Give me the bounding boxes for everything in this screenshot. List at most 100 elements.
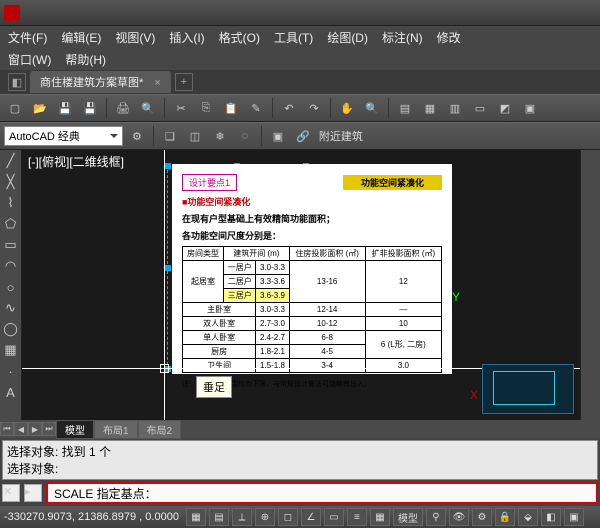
workspace-label: AutoCAD 经典	[9, 128, 80, 144]
command-input[interactable]	[46, 482, 598, 504]
viewport-label[interactable]: [-][俯视][二维线框]	[28, 153, 124, 170]
lwt-toggle[interactable]: ≡	[347, 508, 367, 526]
close-tab-icon[interactable]: ×	[154, 77, 160, 89]
cut-icon[interactable]: ✂	[170, 97, 192, 119]
command-history[interactable]: 选择对象: 找到 1 个 选择对象:	[2, 440, 598, 480]
hatch-icon[interactable]: ▦	[2, 341, 20, 359]
menu-draw[interactable]: 绘图(D)	[327, 29, 368, 46]
pickbox	[160, 364, 169, 373]
coords-readout[interactable]: -330270.9073, 21386.8979 , 0.0000	[4, 511, 179, 523]
menu-edit[interactable]: 编辑(E)	[61, 29, 101, 46]
hardware-accel-icon[interactable]: ⬙	[518, 508, 538, 526]
drawing-tab[interactable]: 商住楼建筑方案草图* ×	[30, 71, 171, 93]
menu-bar: 文件(F) 编辑(E) 视图(V) 插入(I) 格式(O) 工具(T) 绘图(D…	[0, 26, 600, 48]
otrack-toggle[interactable]: ∠	[301, 508, 321, 526]
paste-icon[interactable]: 📋	[220, 97, 242, 119]
menu-window[interactable]: 窗口(W)	[8, 51, 51, 68]
menu-modify[interactable]: 修改	[437, 29, 461, 46]
layer-state-icon[interactable]: ◫	[184, 125, 206, 147]
menu-file[interactable]: 文件(F)	[8, 29, 47, 46]
polygon-icon[interactable]: ⬠	[2, 215, 20, 233]
ann-vis-icon[interactable]: 👁	[449, 508, 469, 526]
saveas-icon[interactable]: 💾	[79, 97, 101, 119]
markup-icon[interactable]: ◩	[494, 97, 516, 119]
lock-ui-icon[interactable]: 🔒	[495, 508, 515, 526]
toolpalette-icon[interactable]: ▥	[444, 97, 466, 119]
doc-band: 功能空间紧凑化	[343, 175, 442, 190]
crosshair-vertical	[164, 150, 165, 420]
line-icon[interactable]: ╱	[2, 152, 20, 170]
tab-model[interactable]: 模型	[56, 420, 94, 439]
menu-format[interactable]: 格式(O)	[219, 29, 260, 46]
tab-last-icon[interactable]: ⏭	[42, 422, 56, 436]
menu-help[interactable]: 帮助(H)	[65, 51, 106, 68]
xref-icon[interactable]: 🔗	[292, 125, 314, 147]
doc-subtitle: 各功能空间尺度分别是：	[182, 229, 442, 242]
props-icon[interactable]: ▤	[394, 97, 416, 119]
osnap-toggle[interactable]: ◻	[278, 508, 298, 526]
ortho-toggle[interactable]: ⟂	[232, 508, 252, 526]
new-icon[interactable]: ▢	[4, 97, 26, 119]
menu-insert[interactable]: 插入(I)	[169, 29, 204, 46]
grid-toggle[interactable]: ▤	[209, 508, 229, 526]
plot-icon[interactable]: 🖨	[112, 97, 134, 119]
isolate-icon[interactable]: ◧	[541, 508, 561, 526]
snap-toggle[interactable]: ▦	[186, 508, 206, 526]
menu-view[interactable]: 视图(V)	[115, 29, 155, 46]
drawing-canvas[interactable]: [-][俯视][二维线框] 设计要点1 功能空间紧凑化 ■功能空间紧凑化 在现有…	[22, 150, 580, 420]
dyn-toggle[interactable]: ▭	[324, 508, 344, 526]
sheetset-icon[interactable]: ▭	[469, 97, 491, 119]
layer-off-icon[interactable]: ◌	[234, 125, 256, 147]
ellipse-icon[interactable]: ◯	[2, 320, 20, 338]
new-tab-button[interactable]: +	[175, 73, 193, 91]
menu-tools[interactable]: 工具(T)	[274, 29, 313, 46]
menu-bar-2: 窗口(W) 帮助(H)	[0, 48, 600, 70]
ucs-y-label: Y	[452, 290, 460, 304]
cmd-close-icon[interactable]: ✕	[2, 484, 20, 502]
clean-screen-icon[interactable]: ▣	[564, 508, 584, 526]
copy-icon[interactable]: ⎘	[195, 97, 217, 119]
menu-dimension[interactable]: 标注(N)	[382, 29, 423, 46]
arc-icon[interactable]: ◠	[2, 257, 20, 275]
cmd-hist-line: 选择对象:	[7, 460, 593, 477]
tab-first-icon[interactable]: ⏮	[0, 422, 14, 436]
open-icon[interactable]: 📂	[29, 97, 51, 119]
undo-icon[interactable]: ↶	[278, 97, 300, 119]
tab-next-icon[interactable]: ▶	[28, 422, 42, 436]
xline-icon[interactable]: ╳	[2, 173, 20, 191]
tab-layout1[interactable]: 布局1	[94, 420, 138, 439]
navigator-minimap[interactable]	[482, 364, 574, 414]
preview-icon[interactable]: 🔍	[137, 97, 159, 119]
ucs-x-label: X	[470, 388, 478, 402]
draw-toolbar: ╱ ╳ ⌇ ⬠ ▭ ◠ ○ ∿ ◯ ▦ · A	[0, 150, 22, 420]
polyline-icon[interactable]: ⌇	[2, 194, 20, 212]
workspace-dropdown[interactable]: AutoCAD 经典	[4, 126, 123, 146]
zoom-icon[interactable]: 🔍	[361, 97, 383, 119]
spline-icon[interactable]: ∿	[2, 299, 20, 317]
home-tab-button[interactable]: ◧	[8, 73, 26, 91]
calc-icon[interactable]: ▣	[519, 97, 541, 119]
block-icon[interactable]: ▣	[267, 125, 289, 147]
save-icon[interactable]: 💾	[54, 97, 76, 119]
rectangle-icon[interactable]: ▭	[2, 236, 20, 254]
cmd-prompt-icon[interactable]: ▸	[24, 484, 42, 502]
designcenter-icon[interactable]: ▦	[419, 97, 441, 119]
tab-prev-icon[interactable]: ◀	[14, 422, 28, 436]
model-toggle[interactable]: 模型	[393, 508, 423, 526]
layer-freeze-icon[interactable]: ❄	[209, 125, 231, 147]
polar-toggle[interactable]: ⊕	[255, 508, 275, 526]
ws-switch-icon[interactable]: ⚙	[472, 508, 492, 526]
redo-icon[interactable]: ↷	[303, 97, 325, 119]
ws-gear-icon[interactable]: ⚙	[126, 125, 148, 147]
doc-table: 房间类型建筑开间 (m)住房投影面积 (㎡)扩非投影面积 (㎡) 起居室一居户3…	[182, 246, 442, 373]
point-icon[interactable]: ·	[2, 362, 20, 380]
layer-icon[interactable]: ❏	[159, 125, 181, 147]
pan-icon[interactable]: ✋	[336, 97, 358, 119]
matchprop-icon[interactable]: ✎	[245, 97, 267, 119]
ann-scale-icon[interactable]: ⚲	[426, 508, 446, 526]
xref-label: 附近建筑	[319, 128, 363, 144]
qp-toggle[interactable]: ▦	[370, 508, 390, 526]
circle-icon[interactable]: ○	[2, 278, 20, 296]
tab-layout2[interactable]: 布局2	[138, 420, 182, 439]
text-icon[interactable]: A	[2, 383, 20, 401]
